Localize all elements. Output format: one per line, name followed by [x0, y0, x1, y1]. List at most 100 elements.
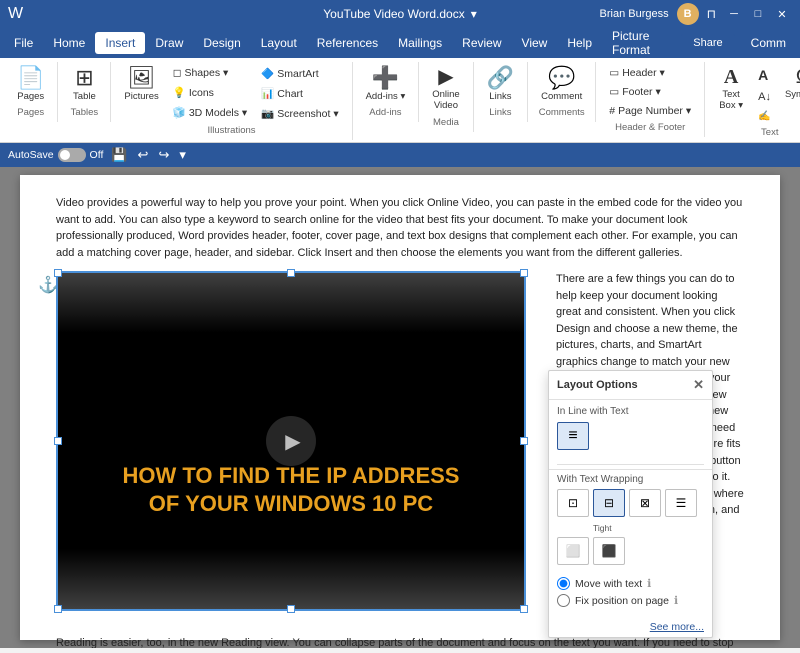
3d-models-icon: 🧊 [173, 106, 186, 119]
menu-home[interactable]: Home [43, 32, 95, 54]
resize-handle-bl[interactable] [54, 605, 62, 613]
comments-group-label: Comments [536, 107, 587, 118]
inline-option[interactable]: ≡ [557, 422, 589, 450]
hf-group-label: Header & Footer [604, 122, 696, 133]
smartart-chart-col: 🔷 SmartArt 📊 Chart 📷 Screenshot ▾ [256, 64, 343, 123]
filename-dropdown-icon[interactable]: ▾ [471, 7, 477, 21]
icons-button[interactable]: 💡 Icons [168, 83, 252, 102]
online-video-button[interactable]: ▶ OnlineVideo [427, 64, 464, 115]
move-with-text-input[interactable] [557, 577, 570, 590]
pages-button[interactable]: 📄 Pages [12, 64, 49, 105]
ribbon: 📄 Pages Pages ⊞ Table Tables 🖼 Pictures [0, 58, 800, 143]
symbols-icon: Ω [796, 67, 800, 87]
3d-models-button[interactable]: 🧊 3D Models ▾ [168, 103, 252, 122]
tight-label-row: Tight [557, 521, 704, 533]
menu-view[interactable]: View [512, 32, 558, 54]
inline-section: In Line with Text ≡ [549, 400, 712, 460]
wrap-front-option[interactable]: ⬛ [593, 537, 625, 565]
menu-references[interactable]: References [307, 32, 388, 54]
wrap-behind-option[interactable]: ⬜ [557, 537, 589, 565]
autosave-switch[interactable] [58, 148, 86, 162]
resize-handle-bm[interactable] [287, 605, 295, 613]
menu-comments[interactable]: Comm [741, 32, 796, 54]
save-icon[interactable]: 💾 [109, 145, 129, 165]
menu-review[interactable]: Review [452, 32, 511, 54]
menu-file[interactable]: File [4, 32, 43, 54]
wrap-front-icon: ⬛ [602, 544, 617, 558]
links-button[interactable]: 🔗 Links [482, 64, 519, 105]
see-more-link[interactable]: See more... [549, 617, 712, 637]
menu-picture-format[interactable]: Picture Format [602, 25, 681, 61]
comment-button[interactable]: 💬 Comment [536, 64, 587, 105]
footer-button[interactable]: ▭ Footer ▾ [604, 83, 696, 101]
page-number-button[interactable]: # Page Number ▾ [604, 102, 696, 120]
signline-button[interactable]: ✍ [753, 108, 776, 125]
shapes-button[interactable]: ◻ Shapes ▾ [168, 64, 252, 82]
document-area: Video provides a powerful way to help yo… [0, 167, 800, 648]
tight-label: Tight [593, 523, 612, 533]
fix-position-radio[interactable]: Fix position on page ℹ [557, 594, 704, 607]
menu-design[interactable]: Design [193, 32, 250, 54]
undo-icon[interactable]: ↩ [136, 145, 151, 165]
close-button[interactable]: ✕ [772, 4, 792, 24]
share-button[interactable]: Share [681, 34, 734, 52]
symbols-button[interactable]: Ω Symbols [780, 64, 800, 103]
resize-handle-tl[interactable] [54, 269, 62, 277]
redo-icon[interactable]: ↪ [156, 145, 171, 165]
menu-help[interactable]: Help [557, 32, 602, 54]
wrap-tight-icon: ⊟ [604, 496, 614, 510]
comment-icon: 💬 [548, 67, 575, 89]
addins-icon: ➕ [372, 67, 399, 89]
maximize-button[interactable]: □ [748, 4, 768, 24]
pictures-button[interactable]: 🖼 Pictures [119, 64, 163, 105]
resize-handle-mr[interactable] [520, 437, 528, 445]
move-with-text-info-icon: ℹ [647, 577, 651, 590]
wrap-through-option[interactable]: ⊠ [629, 489, 661, 517]
fix-position-info-icon: ℹ [674, 594, 678, 607]
ribbon-group-addins: ➕ Add-ins ▾ Add-ins [353, 62, 420, 122]
wrap-square-option[interactable]: ⊡ [557, 489, 589, 517]
move-with-text-radio[interactable]: Move with text ℹ [557, 577, 704, 590]
ribbon-group-links: 🔗 Links Links [474, 62, 528, 122]
ribbon-minimize-icon[interactable]: ⊓ [707, 7, 716, 21]
resize-handle-ml[interactable] [54, 437, 62, 445]
wrap-tight-option[interactable]: ⊟ [593, 489, 625, 517]
autosave-toggle[interactable]: AutoSave Off [8, 148, 103, 162]
shapes-icons-col: ◻ Shapes ▾ 💡 Icons 🧊 3D Models ▾ [168, 64, 252, 122]
text-box-button[interactable]: A TextBox ▾ [713, 64, 749, 115]
inline-options-row: ≡ [557, 422, 704, 450]
filename-label: YouTube Video Word.docx [323, 7, 464, 21]
title-bar: W YouTube Video Word.docx ▾ Brian Burges… [0, 0, 800, 28]
smartart-button[interactable]: 🔷 SmartArt [256, 64, 343, 83]
screenshot-button[interactable]: 📷 Screenshot ▾ [256, 104, 343, 123]
wrap-topbottom-option[interactable]: ☰ [665, 489, 697, 517]
wordart-button[interactable]: A [753, 64, 776, 86]
menu-insert[interactable]: Insert [95, 32, 145, 54]
header-button[interactable]: ▭ Header ▾ [604, 64, 696, 82]
chart-button[interactable]: 📊 Chart [256, 84, 343, 103]
video-gradient-top [58, 273, 524, 333]
fix-position-label: Fix position on page [575, 595, 669, 607]
table-button[interactable]: ⊞ Table [66, 64, 102, 105]
user-avatar[interactable]: B [677, 3, 699, 25]
quick-access-toolbar: AutoSave Off 💾 ↩ ↪ ▾ [0, 143, 800, 167]
menu-layout[interactable]: Layout [251, 32, 307, 54]
smartart-icon: 🔷 [261, 67, 274, 80]
layout-close-button[interactable]: ✕ [693, 377, 704, 393]
tables-group-label: Tables [66, 107, 102, 118]
resize-handle-br[interactable] [520, 605, 528, 613]
resize-handle-tr[interactable] [520, 269, 528, 277]
minimize-button[interactable]: ─ [724, 4, 744, 24]
dropcap-button[interactable]: A↓ [753, 88, 776, 106]
menu-draw[interactable]: Draw [145, 32, 193, 54]
fix-position-input[interactable] [557, 594, 570, 607]
video-frame-wrapper: ⚓ HOW TO FIND THE IP ADDRESS OF YOUR WIN… [56, 271, 542, 619]
video-thumbnail[interactable]: HOW TO FIND THE IP ADDRESS OF YOUR WINDO… [56, 271, 526, 611]
menu-mailings[interactable]: Mailings [388, 32, 452, 54]
resize-handle-tm[interactable] [287, 269, 295, 277]
links-icon: 🔗 [487, 67, 514, 89]
customize-qat-icon[interactable]: ▾ [177, 145, 188, 165]
addins-button[interactable]: ➕ Add-ins ▾ [361, 64, 411, 105]
video-play-button[interactable] [266, 416, 316, 466]
pages-icon: 📄 [17, 67, 44, 89]
